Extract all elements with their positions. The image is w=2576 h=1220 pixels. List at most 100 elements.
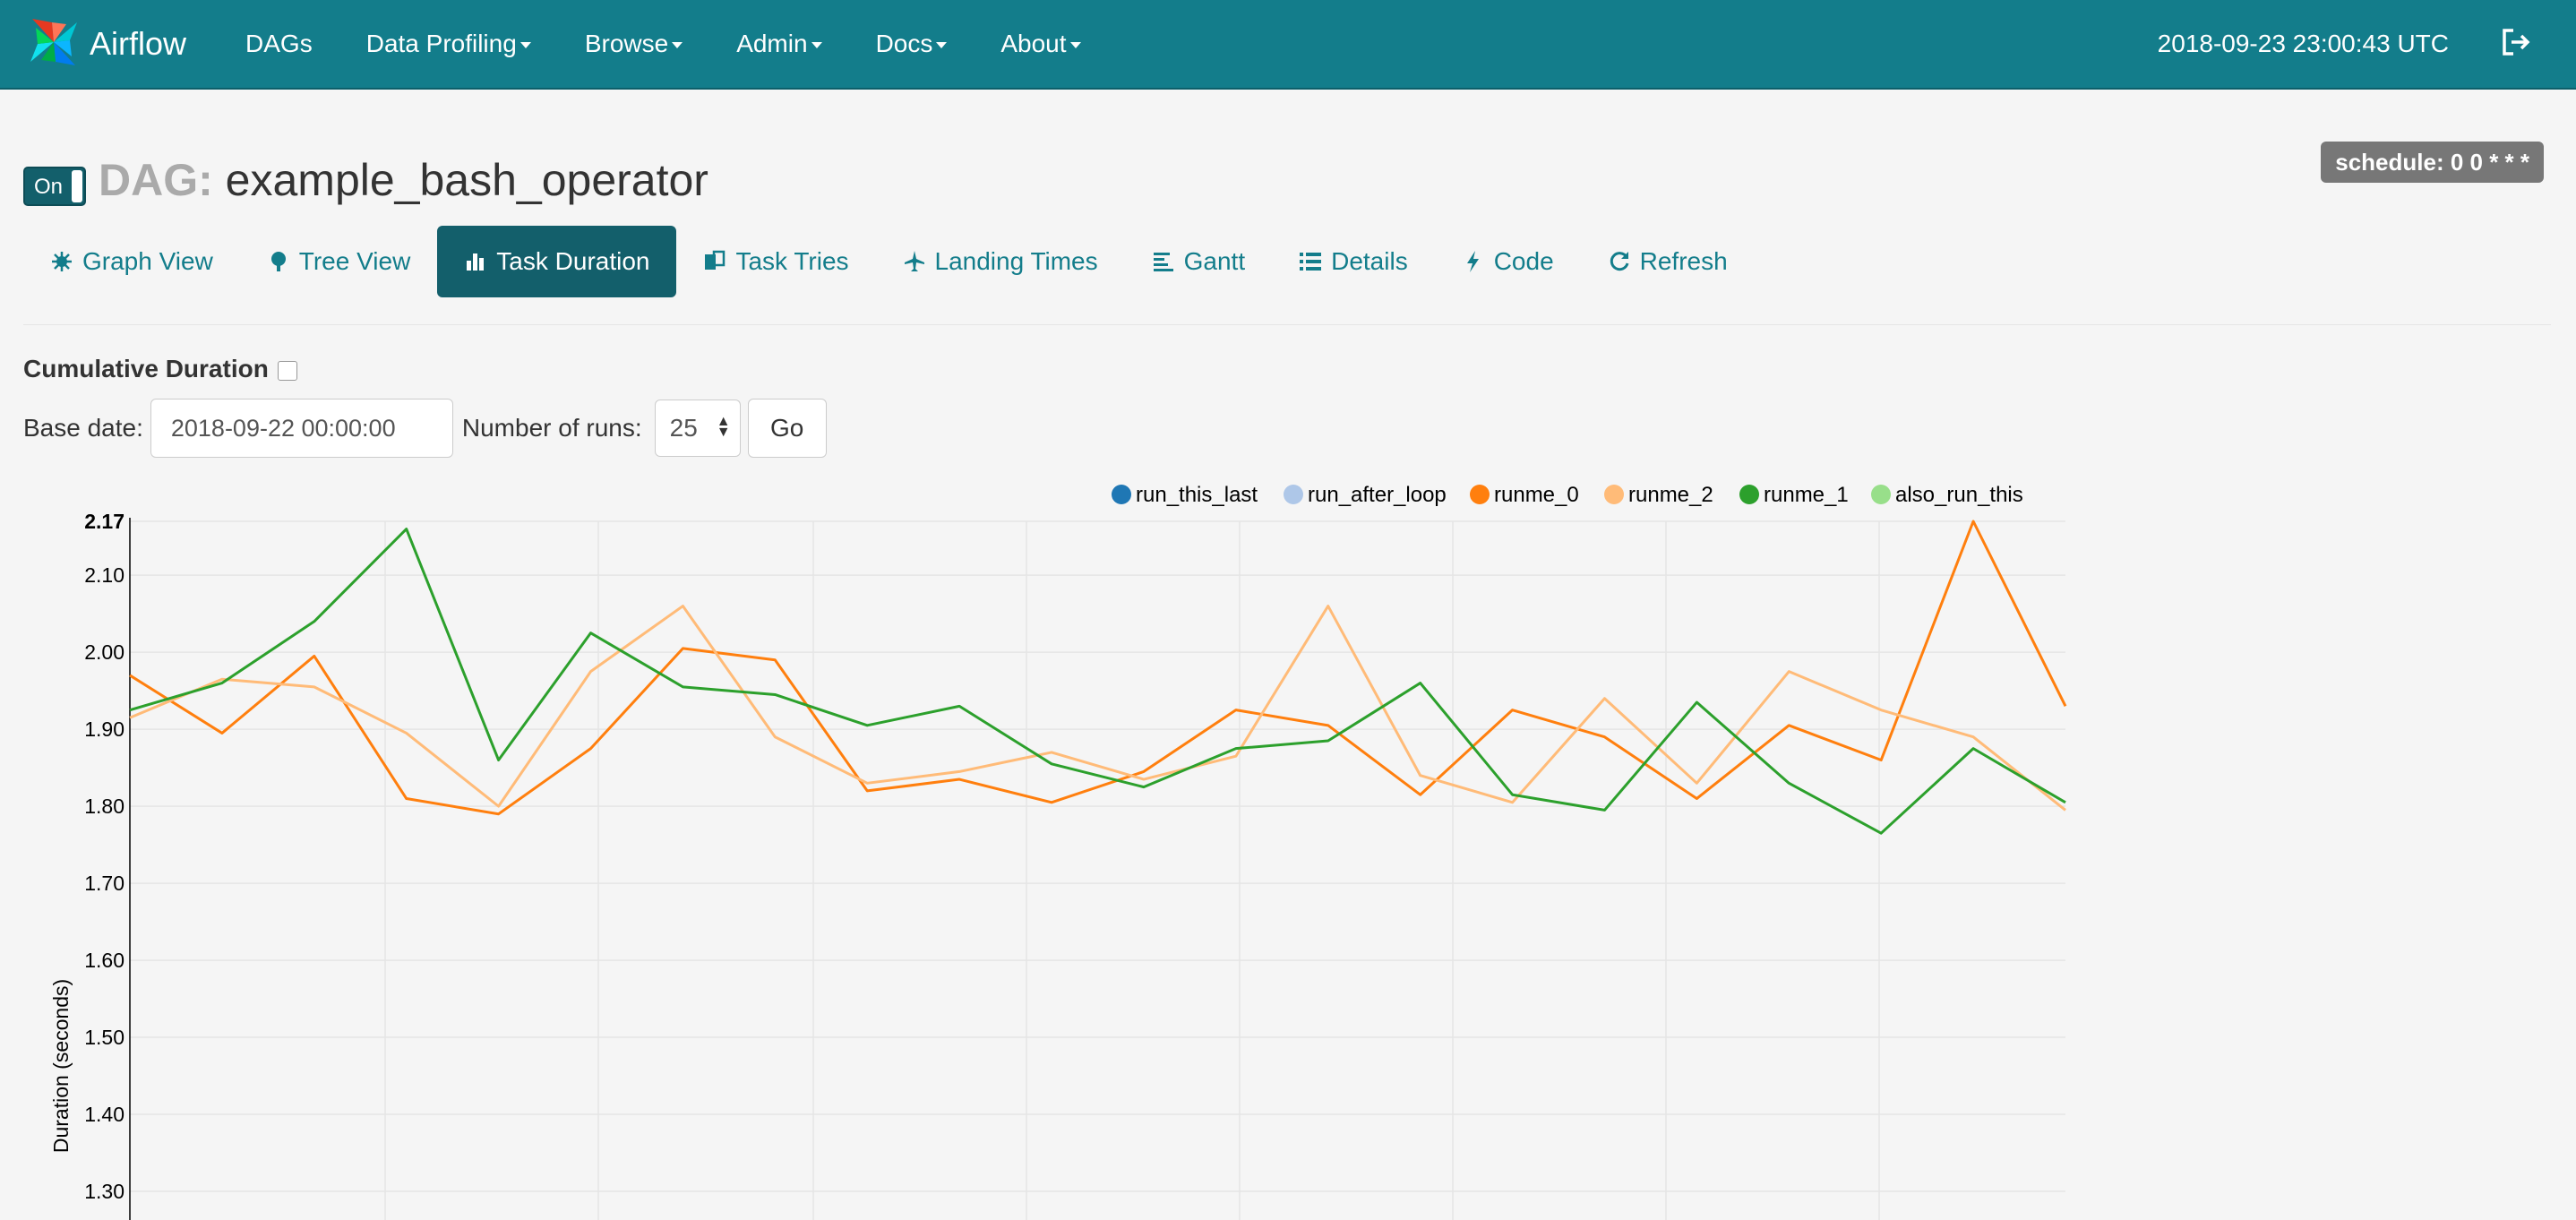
tab-label: Refresh [1639, 247, 1728, 275]
bar-chart-icon [464, 250, 487, 273]
caret-down-icon [519, 42, 531, 49]
select-arrows-icon: ▲ ▼ [716, 414, 731, 440]
y-tick-label: 1.60 [84, 949, 125, 972]
legend-item-runme_1[interactable]: runme_1 [1739, 483, 1849, 507]
tabs-divider [23, 324, 2551, 325]
tab-landing-times[interactable]: Landing Times [876, 226, 1125, 297]
nav-docs[interactable]: Docs [849, 30, 975, 58]
caret-down-icon [672, 42, 683, 49]
legend-item-run_this_last[interactable]: run_this_last [1112, 483, 1258, 507]
tab-label: Gantt [1183, 247, 1246, 275]
plane-icon [903, 250, 926, 273]
toggle-knob [72, 170, 82, 202]
dag-pause-toggle[interactable]: On [23, 167, 86, 206]
num-runs-select[interactable]: 25 ▲ ▼ [654, 400, 741, 457]
nav-browse[interactable]: Browse [558, 30, 709, 58]
server-time: 2018-09-23 23:00:43 UTC [2157, 30, 2449, 57]
tab-code[interactable]: Code [1435, 226, 1581, 297]
tab-label: Code [1493, 247, 1554, 275]
page-title: DAG: example_bash_operator [99, 154, 708, 206]
legend-swatch [1871, 485, 1891, 504]
nav-label: Data Profiling [365, 30, 517, 57]
tab-gantt[interactable]: Gantt [1125, 226, 1272, 297]
tab-details[interactable]: Details [1272, 226, 1435, 297]
legend-item-run_after_loop[interactable]: run_after_loop [1284, 483, 1447, 507]
y-tick-label: 1.90 [84, 717, 125, 741]
tab-graph-view[interactable]: Graph View [23, 226, 240, 297]
caret-down-icon [811, 42, 822, 49]
legend-item-runme_2[interactable]: runme_2 [1604, 483, 1713, 507]
y-tick-label: 1.80 [84, 795, 125, 818]
nav-label: DAGs [245, 30, 313, 57]
cumulative-duration-checkbox[interactable] [277, 361, 297, 381]
y-tick-label: 2.00 [84, 640, 125, 664]
nav-admin[interactable]: Admin [709, 30, 848, 58]
airflow-home-link[interactable]: Airflow [25, 13, 186, 75]
legend-label: run_this_last [1136, 483, 1258, 507]
tree-icon [267, 250, 290, 273]
legend-swatch [1284, 485, 1303, 504]
nav-data-profiling[interactable]: Data Profiling [339, 30, 558, 58]
logout-icon[interactable] [2501, 27, 2531, 62]
legend-item-runme_0[interactable]: runme_0 [1470, 483, 1579, 507]
caret-down-icon [936, 42, 948, 49]
nav-label: Admin [736, 30, 808, 57]
filter-form: Base date: 2018-09-22 00:00:00 Number of… [23, 398, 827, 459]
tab-task-duration[interactable]: Task Duration [437, 226, 677, 297]
nav-dags[interactable]: DAGs [219, 30, 339, 58]
num-runs-value: 25 [669, 414, 698, 442]
airflow-logo-icon [25, 13, 82, 75]
go-button[interactable]: Go [747, 399, 827, 458]
legend-swatch [1112, 485, 1131, 504]
tab-refresh[interactable]: Refresh [1581, 226, 1755, 297]
nav-about[interactable]: About [974, 30, 1107, 58]
airflow-brand-text: Airflow [90, 25, 187, 62]
tab-label: Task Duration [496, 247, 650, 275]
legend-label: runme_2 [1628, 483, 1713, 507]
view-tabs: Graph View Tree View Task Duration Task Tri… [23, 226, 1755, 297]
tab-task-tries[interactable]: Task Tries [676, 226, 875, 297]
y-axis-label: Duration (seconds) [49, 979, 73, 1153]
list-icon [1299, 250, 1322, 273]
tab-label: Landing Times [934, 247, 1098, 275]
top-navbar: Airflow DAGs Data Profiling Browse Admin Doc… [0, 0, 2576, 90]
cumulative-duration-label: Cumulative Duration [23, 355, 269, 382]
legend-label: runme_0 [1494, 483, 1579, 507]
legend-label: run_after_loop [1308, 483, 1447, 507]
task-duration-chart: 2.17 2.10 2.00 1.90 1.80 1.70 1.60 1.50 1.40 1.30… [49, 483, 2067, 1220]
tab-label: Details [1331, 247, 1408, 275]
nav-label: Docs [875, 30, 933, 57]
legend-swatch [1470, 485, 1490, 504]
y-tick-label: 1.70 [84, 872, 125, 895]
legend-label: also_run_this [1895, 483, 2023, 507]
y-tick-label: 2.10 [84, 563, 125, 587]
legend-label: runme_1 [1764, 483, 1849, 507]
nav-label: Browse [584, 30, 669, 57]
y-tick-label: 1.40 [84, 1103, 125, 1126]
y-tick-label: 1.30 [84, 1180, 125, 1203]
base-date-label: Base date: [23, 414, 143, 442]
series-line-runme_2 [129, 605, 2066, 812]
y-tick-label: 1.50 [84, 1026, 125, 1049]
tab-tree-view[interactable]: Tree View [240, 226, 438, 297]
nav-label: About [1000, 30, 1067, 57]
legend-swatch [1739, 485, 1759, 504]
refresh-icon [1608, 250, 1631, 273]
main-menu: DAGs Data Profiling Browse Admin Docs About [219, 30, 1108, 58]
dag-prefix: DAG: [99, 155, 213, 205]
schedule-badge: schedule: 0 0 * * * [2321, 142, 2544, 183]
num-runs-label: Number of runs: [461, 414, 642, 442]
caret-down-icon [1069, 42, 1081, 49]
legend-swatch [1604, 485, 1624, 504]
graph-icon [50, 250, 73, 273]
y-tick-label: 2.17 [84, 510, 125, 533]
flash-icon [1462, 250, 1485, 273]
tab-label: Tree View [298, 247, 411, 275]
legend-item-also_run_this[interactable]: also_run_this [1871, 483, 2023, 507]
align-left-icon [1152, 250, 1175, 273]
base-date-input[interactable]: 2018-09-22 00:00:00 [150, 399, 453, 458]
tab-label: Graph View [82, 247, 213, 275]
dag-name: example_bash_operator [225, 155, 708, 205]
tab-label: Task Tries [735, 247, 849, 275]
toggle-label: On [34, 175, 64, 199]
